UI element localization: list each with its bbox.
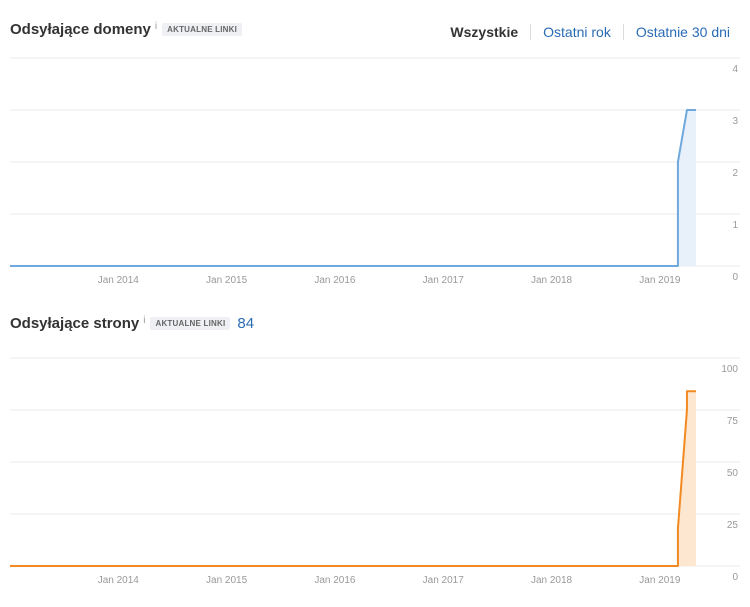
referring-pages-title: Odsyłające strony: [10, 315, 140, 332]
series-line[interactable]: [10, 109, 696, 267]
x-tick-label: Jan 2015: [206, 275, 248, 286]
live-links-badge: AKTUALNE LINKI: [162, 23, 243, 36]
x-tick-label: Jan 2017: [423, 275, 465, 286]
y-tick-label: 50: [727, 468, 739, 479]
info-icon[interactable]: i: [143, 315, 145, 326]
x-tick-label: Jan 2016: [314, 275, 356, 286]
y-tick-label: 0: [732, 272, 738, 283]
y-tick-label: 0: [732, 572, 738, 583]
live-links-badge: AKTUALNE LINKI: [150, 317, 231, 330]
range-divider: [622, 24, 624, 40]
range-last-year-button[interactable]: Ostatni rok: [543, 24, 611, 40]
range-last-30-days-button[interactable]: Ostatnie 30 dni: [636, 24, 730, 40]
x-tick-label: Jan 2018: [531, 575, 573, 586]
y-tick-label: 1: [732, 220, 738, 231]
x-tick-label: Jan 2019: [639, 575, 681, 586]
x-tick-label: Jan 2014: [98, 275, 140, 286]
y-tick-label: 75: [727, 416, 739, 427]
info-icon[interactable]: i: [155, 21, 157, 32]
x-tick-label: Jan 2015: [206, 575, 248, 586]
x-tick-label: Jan 2019: [639, 275, 681, 286]
series-area: [10, 110, 696, 266]
series-area: [10, 391, 696, 566]
referring-pages-header: Odsyłające strony i AKTUALNE LINKI 84: [10, 315, 254, 332]
referring-domains-header: Odsyłające domeny i AKTUALNE LINKI: [10, 21, 243, 38]
referring-domains-chart: 4 3 2 1 0 Jan 2014 Jan 2015 Jan 2016 Jan 2017 Jan…: [10, 57, 740, 286]
y-tick-label: 100: [721, 364, 738, 375]
range-all-button[interactable]: Wszystkie: [450, 24, 518, 40]
x-tick-label: Jan 2014: [98, 575, 140, 586]
referring-pages-chart: 100 75 50 25 0 Jan 2014 Jan 2015 Jan 2016 Jan 20…: [10, 357, 740, 586]
range-divider: [530, 24, 532, 40]
time-range-selector: Wszystkie Ostatni rok Ostatnie 30 dni: [450, 24, 730, 40]
x-tick-label: Jan 2018: [531, 275, 573, 286]
y-tick-label: 25: [727, 520, 739, 531]
series-line[interactable]: [10, 390, 696, 567]
x-tick-label: Jan 2017: [423, 575, 465, 586]
referring-pages-count[interactable]: 84: [237, 315, 254, 332]
referring-domains-title: Odsyłające domeny: [10, 21, 151, 38]
y-tick-label: 2: [732, 168, 738, 179]
x-tick-label: Jan 2016: [314, 575, 356, 586]
y-tick-label: 4: [732, 64, 738, 75]
y-tick-label: 3: [732, 116, 738, 127]
